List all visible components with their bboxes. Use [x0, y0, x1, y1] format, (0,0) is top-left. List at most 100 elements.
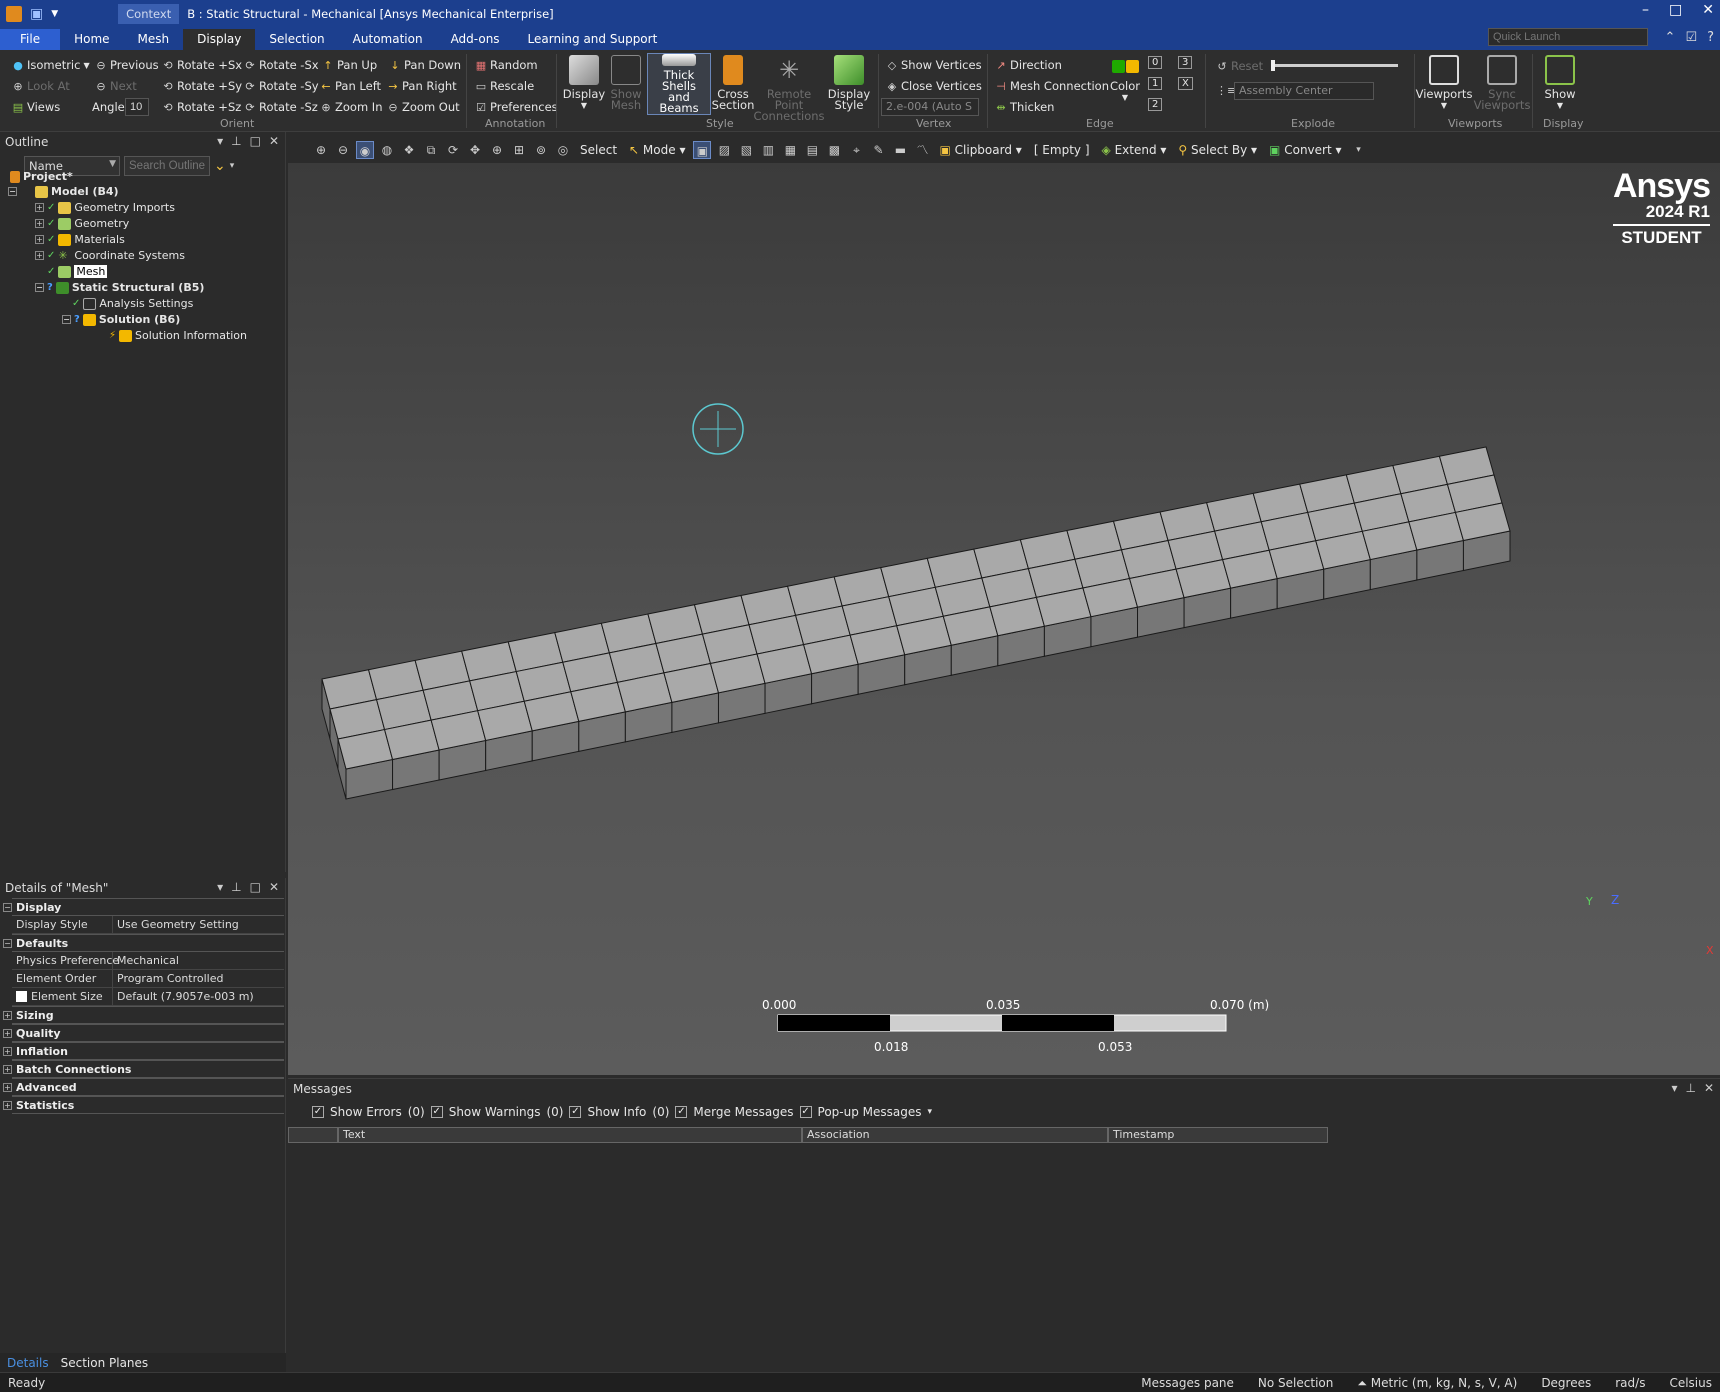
random-colors-button[interactable]: ▦ Random: [475, 58, 538, 72]
expand-icon[interactable]: +: [3, 1047, 12, 1056]
explode-reset-button[interactable]: ↺ Reset: [1216, 59, 1263, 73]
beam-mesh[interactable]: [321, 446, 1511, 800]
merge-messages-checkbox[interactable]: ✓: [675, 1106, 688, 1118]
pan-up-button[interactable]: ↑ Pan Up: [322, 58, 377, 72]
sync-viewports-button[interactable]: Sync Viewports: [1474, 55, 1530, 111]
magnifier-icon[interactable]: ◎: [554, 141, 572, 159]
details-category-advanced[interactable]: Advanced: [12, 1078, 284, 1096]
wireframe-icon[interactable]: ◍: [378, 141, 396, 159]
tab-details[interactable]: Details: [7, 1356, 49, 1370]
column-header-association[interactable]: Association: [802, 1127, 1108, 1143]
show-mesh-button[interactable]: Show Mesh: [608, 55, 644, 111]
column-header-text[interactable]: Text: [338, 1127, 802, 1143]
float-icon[interactable]: □: [250, 880, 261, 894]
tree-node-mesh[interactable]: ✓ Mesh: [47, 264, 108, 279]
show-info-checkbox[interactable]: ✓: [569, 1106, 582, 1118]
tab-section-planes[interactable]: Section Planes: [61, 1356, 149, 1370]
feedback-icon[interactable]: ☑: [1685, 30, 1697, 45]
direction-button[interactable]: ↗ Direction: [995, 58, 1062, 72]
preferences-button[interactable]: ☑ Preferences: [475, 100, 558, 114]
details-category-defaults[interactable]: Defaults: [12, 934, 284, 952]
show-errors-checkbox[interactable]: ✓: [312, 1106, 324, 1118]
toolbar-overflow-icon[interactable]: ▾: [1350, 141, 1368, 159]
tree-node-model[interactable]: − Model (B4): [8, 184, 119, 199]
show-warnings-checkbox[interactable]: ✓: [430, 1106, 443, 1118]
details-row-display-style[interactable]: Display Style Use Geometry Setting: [12, 916, 284, 934]
expand-icon[interactable]: +: [35, 251, 44, 260]
graphics-viewport[interactable]: Ansys 2024 R1 STUDENT Y Z X 0.000 0.035 …: [288, 163, 1720, 1075]
tree-node-coordinate-systems[interactable]: + ✓ ✳ Coordinate Systems: [35, 248, 185, 263]
mesh-connection-button[interactable]: ⊣ Mesh Connection: [995, 79, 1109, 93]
select-node-icon[interactable]: ▦: [781, 141, 799, 159]
popup-messages-checkbox[interactable]: ✓: [799, 1106, 812, 1118]
rotate-minus-sy-button[interactable]: ⟳ Rotate -Sy: [244, 79, 318, 93]
save-icon[interactable]: ▣: [30, 6, 43, 22]
select-edge-icon[interactable]: ▨: [715, 141, 733, 159]
status-messages-pane[interactable]: Messages pane: [1141, 1376, 1234, 1391]
select-element-icon[interactable]: ▩: [825, 141, 843, 159]
coordinate-icon[interactable]: ⌖: [847, 141, 865, 159]
edge-3-button[interactable]: 3: [1178, 56, 1193, 69]
zoom-in-button[interactable]: ⊕ Zoom In: [320, 100, 382, 114]
quick-launch-input[interactable]: [1488, 28, 1648, 46]
tree-node-static-structural[interactable]: −? Static Structural (B5): [35, 280, 204, 295]
tab-automation[interactable]: Automation: [339, 29, 437, 50]
edge-color-button[interactable]: Color ▼: [1108, 60, 1142, 103]
explode-slider-thumb[interactable]: [1271, 60, 1275, 71]
tree-node-geometry-imports[interactable]: + ✓ Geometry Imports: [35, 200, 175, 215]
close-icon[interactable]: ✕: [269, 134, 279, 148]
vertex-tolerance-select[interactable]: 2.e-004 (Auto S: [881, 98, 979, 116]
tree-node-solution-information[interactable]: ⚡ Solution Information: [109, 328, 247, 343]
details-row-element-size[interactable]: Element Size Default (7.9057e-003 m): [12, 988, 284, 1006]
float-icon[interactable]: □: [250, 134, 261, 148]
tab-home[interactable]: Home: [60, 29, 123, 50]
rotate-minus-sx-button[interactable]: ⟳ Rotate -Sx: [244, 58, 318, 72]
help-icon[interactable]: ?: [1707, 30, 1714, 45]
tab-selection[interactable]: Selection: [255, 29, 338, 50]
status-angle-units[interactable]: Degrees: [1541, 1376, 1591, 1391]
show-button[interactable]: Show ▼: [1536, 55, 1584, 111]
tree-node-project[interactable]: Project*: [10, 169, 73, 184]
parameter-checkbox[interactable]: [16, 991, 27, 1002]
collapse-icon[interactable]: −: [3, 903, 12, 912]
pin-icon[interactable]: ⊥: [231, 880, 241, 894]
tab-learning-support[interactable]: Learning and Support: [514, 29, 672, 50]
rotate-plus-sx-button[interactable]: ⟲ Rotate +Sx: [162, 58, 242, 72]
status-units[interactable]: ⏶ Metric (m, kg, N, s, V, A): [1357, 1376, 1517, 1391]
assembly-center-select[interactable]: Assembly Center: [1234, 82, 1374, 100]
edge-2-button[interactable]: 2: [1148, 98, 1163, 111]
views-button[interactable]: ▤ Views: [12, 100, 61, 114]
panel-menu-icon[interactable]: ▾: [217, 134, 223, 148]
close-icon[interactable]: ✕: [1702, 2, 1714, 18]
collapse-icon[interactable]: −: [35, 283, 44, 292]
select-mode-button[interactable]: ↖ Mode ▾: [625, 143, 689, 157]
expand-icon[interactable]: +: [35, 219, 44, 228]
convert-button[interactable]: ▣ Convert ▾: [1265, 143, 1345, 157]
edge-x-button[interactable]: X: [1178, 77, 1193, 90]
details-row-physics-preference[interactable]: Physics Preference Mechanical: [12, 952, 284, 970]
shaded-exterior-icon[interactable]: ◉: [356, 141, 374, 159]
zoom-icon[interactable]: ⊕: [488, 141, 506, 159]
status-temperature-units[interactable]: Celsius: [1669, 1376, 1712, 1391]
box-zoom-icon[interactable]: ⊞: [510, 141, 528, 159]
tree-node-geometry[interactable]: + ✓ Geometry: [35, 216, 129, 231]
outline-search-input[interactable]: [124, 156, 210, 176]
remote-point-connections-button[interactable]: ✳ Remote Point Connections: [753, 55, 824, 122]
collapse-icon[interactable]: −: [3, 939, 12, 948]
maximize-icon[interactable]: □: [1669, 2, 1682, 18]
details-category-inflation[interactable]: Inflation: [12, 1042, 284, 1060]
copy-icon[interactable]: ⧉: [422, 141, 440, 159]
details-row-element-order[interactable]: Element Order Program Controlled: [12, 970, 284, 988]
tab-addons[interactable]: Add-ons: [437, 29, 514, 50]
select-body-icon[interactable]: ▥: [759, 141, 777, 159]
angle-input[interactable]: [125, 98, 149, 116]
display-style-button[interactable]: Display Style: [826, 55, 872, 111]
viewports-button[interactable]: Viewports ▼: [1416, 55, 1472, 111]
select-vertex-icon[interactable]: ▣: [693, 141, 712, 159]
explode-slider[interactable]: [1272, 64, 1398, 67]
pan-right-button[interactable]: → Pan Right: [387, 79, 456, 93]
tab-file[interactable]: File: [0, 29, 61, 50]
tree-node-solution[interactable]: −? Solution (B6): [62, 312, 180, 327]
rotate-minus-sz-button[interactable]: ⟳ Rotate -Sz: [244, 100, 317, 114]
close-vertices-button[interactable]: ◈ Close Vertices: [886, 79, 982, 93]
